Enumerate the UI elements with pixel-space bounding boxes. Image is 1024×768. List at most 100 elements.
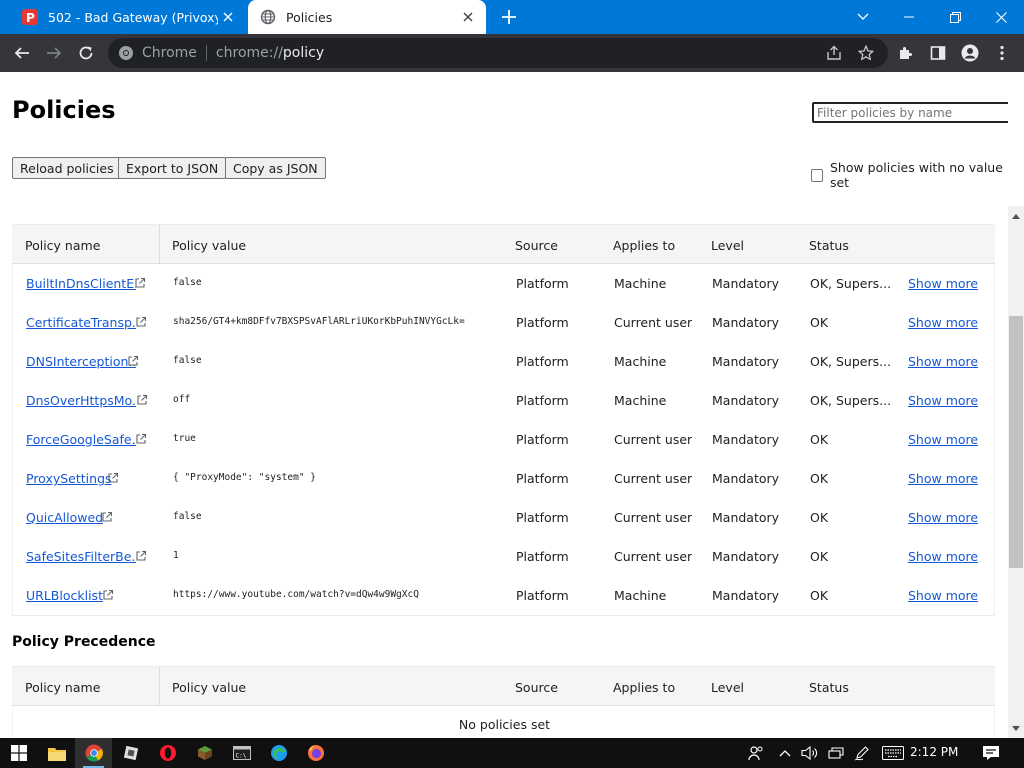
page-title: Policies [12, 96, 116, 124]
people-button[interactable] [744, 738, 768, 768]
new-tab-button[interactable] [498, 6, 520, 28]
pen-workspace-button[interactable] [850, 738, 874, 768]
policy-name-link[interactable]: ProxySettings [26, 471, 112, 486]
volume-button[interactable] [798, 738, 822, 768]
globe-icon [260, 9, 276, 25]
extensions-button[interactable] [892, 39, 920, 67]
network-button[interactable] [824, 738, 848, 768]
policy-source: Platform [516, 432, 569, 447]
policy-value: 1 [173, 550, 179, 561]
address-bar[interactable]: Chrome chrome:// policy [108, 38, 888, 68]
external-link-icon[interactable] [135, 550, 147, 562]
show-more-link[interactable]: Show more [908, 393, 978, 408]
scrollbar-thumb[interactable] [1009, 316, 1023, 568]
taskbar-file-explorer[interactable] [38, 738, 75, 768]
reload-policies-button[interactable]: Reload policies [12, 157, 122, 179]
tab-policies[interactable]: Policies [248, 0, 486, 34]
policy-name-link[interactable]: CertificateTransp... [26, 315, 136, 330]
back-button[interactable] [8, 39, 36, 67]
minimize-icon [904, 16, 914, 18]
svg-text:C:\: C:\ [235, 753, 246, 760]
show-more-link[interactable]: Show more [908, 315, 978, 330]
show-more-link[interactable]: Show more [908, 471, 978, 486]
show-more-link[interactable]: Show more [908, 510, 978, 525]
tab-bad-gateway[interactable]: P 502 - Bad Gateway (Privoxy@ipv [10, 0, 246, 34]
reload-button[interactable] [72, 39, 100, 67]
share-button[interactable] [820, 39, 848, 67]
chevron-up-icon [779, 750, 791, 757]
hidden-icons-button[interactable] [774, 738, 796, 768]
external-link-icon[interactable] [135, 316, 147, 328]
arrow-right-icon [47, 47, 62, 59]
restore-button[interactable] [932, 0, 978, 34]
menu-button[interactable] [988, 39, 1016, 67]
policy-name-link[interactable]: DNSInterception... [26, 354, 136, 369]
policy-applies-to: Machine [614, 393, 667, 408]
policy-name-link[interactable]: SafeSitesFilterBe... [26, 549, 136, 564]
policy-precedence-title: Policy Precedence [12, 634, 156, 650]
action-center-button[interactable] [976, 738, 1006, 768]
profile-button[interactable] [956, 39, 984, 67]
show-more-link[interactable]: Show more [908, 588, 978, 603]
external-link-icon[interactable] [135, 433, 147, 445]
taskbar-opera[interactable] [149, 738, 186, 768]
policy-name-link[interactable]: ForceGoogleSafe... [26, 432, 136, 447]
external-link-icon[interactable] [102, 589, 114, 601]
show-more-link[interactable]: Show more [908, 276, 978, 291]
url-host: policy [282, 45, 325, 61]
forward-button[interactable] [40, 39, 68, 67]
show-more-link[interactable]: Show more [908, 549, 978, 564]
copy-json-button[interactable]: Copy as JSON [225, 157, 326, 179]
tab-title: 502 - Bad Gateway (Privoxy@ipv [48, 9, 218, 25]
taskbar-edge[interactable] [260, 738, 297, 768]
clock[interactable]: 2:12 PM [910, 745, 958, 759]
external-link-icon[interactable] [136, 394, 148, 406]
no-value-checkbox[interactable] [811, 168, 823, 182]
svg-text:P: P [26, 11, 35, 25]
policy-name-link[interactable]: QuicAllowed [26, 510, 103, 525]
scroll-up-arrow[interactable] [1008, 208, 1024, 224]
side-panel-button[interactable] [924, 39, 952, 67]
col-level: Level [711, 680, 744, 695]
external-link-icon[interactable] [101, 511, 113, 523]
scroll-down-arrow[interactable] [1008, 720, 1024, 736]
export-json-button[interactable]: Export to JSON [118, 157, 227, 179]
external-link-icon[interactable] [127, 355, 139, 367]
page-scrollbar[interactable] [1008, 206, 1024, 738]
minimize-button[interactable] [886, 0, 932, 34]
triangle-down-icon [1012, 725, 1020, 731]
start-button[interactable] [0, 738, 37, 768]
external-link-icon[interactable] [134, 277, 146, 289]
taskbar-app-box[interactable] [112, 738, 149, 768]
policy-name-link[interactable]: URLBlocklist [26, 588, 103, 603]
taskbar-firefox[interactable] [297, 738, 334, 768]
policy-name-link[interactable]: DnsOverHttpsMo... [26, 393, 136, 408]
col-policy-name: Policy name [25, 680, 101, 695]
table-row: DnsOverHttpsMo... off Platform Machine Manda… [13, 381, 994, 420]
policy-level: Mandatory [712, 432, 780, 447]
notification-icon [983, 746, 999, 760]
policy-name-link[interactable]: BuiltInDnsClientE... [26, 276, 136, 291]
terminal-icon: C:\ [232, 746, 251, 760]
taskbar-terminal[interactable]: C:\ [223, 738, 260, 768]
show-no-value-toggle[interactable]: Show policies with no value set [811, 160, 1008, 190]
tab-search-button[interactable] [840, 0, 886, 34]
filter-policies-input[interactable] [812, 102, 1008, 123]
show-more-link[interactable]: Show more [908, 432, 978, 447]
windows-taskbar: C:\ 2:12 PM [0, 738, 1024, 768]
bookmark-button[interactable] [852, 39, 880, 67]
table-body: BuiltInDnsClientE... false Platform Machine… [12, 264, 995, 616]
close-tab-icon[interactable] [458, 7, 478, 27]
policy-level: Mandatory [712, 315, 780, 330]
taskbar-minecraft[interactable] [186, 738, 223, 768]
policy-level: Mandatory [712, 588, 780, 603]
touch-keyboard-button[interactable] [878, 738, 908, 768]
policy-applies-to: Current user [614, 549, 693, 564]
precedence-table: Policy name Policy value Source Applies … [12, 666, 995, 738]
policy-value: false [173, 355, 202, 366]
close-window-button[interactable] [978, 0, 1024, 34]
taskbar-chrome[interactable] [75, 738, 112, 768]
show-more-link[interactable]: Show more [908, 354, 978, 369]
close-tab-icon[interactable] [218, 7, 238, 27]
external-link-icon[interactable] [107, 472, 119, 484]
